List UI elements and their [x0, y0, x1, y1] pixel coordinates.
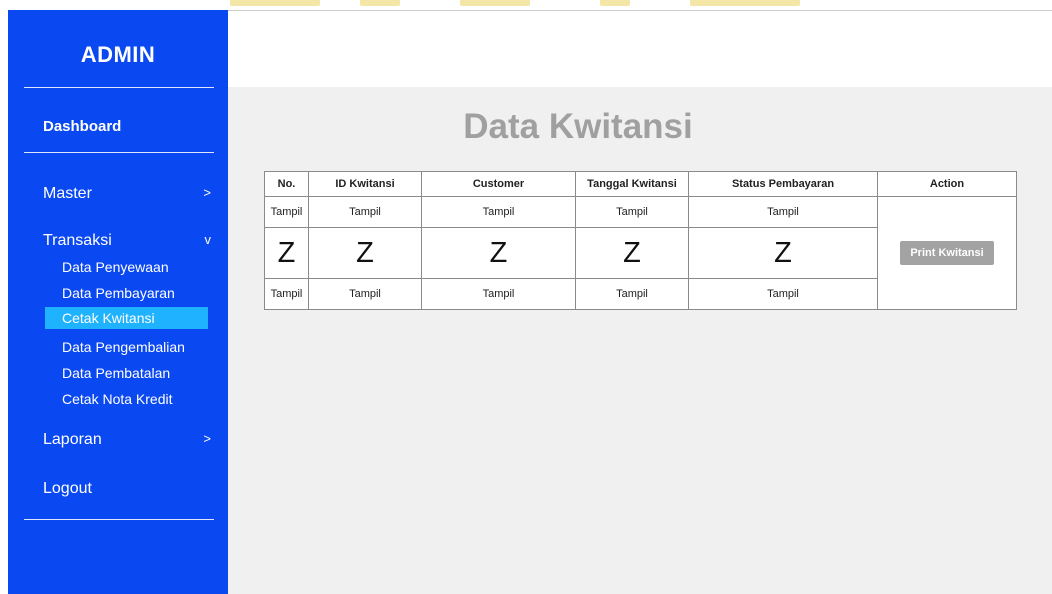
- sidebar-item-cetak-kwitansi[interactable]: Cetak Kwitansi: [45, 307, 208, 329]
- sidebar-item-data-penyewaan[interactable]: Data Penyewaan: [45, 256, 208, 278]
- table-cell: Tampil: [575, 278, 689, 310]
- column-header-no: No.: [264, 171, 309, 197]
- column-header-customer: Customer: [421, 171, 576, 197]
- sidebar-divider: [24, 519, 214, 520]
- sidebar-item-laporan[interactable]: Laporan >: [43, 431, 211, 449]
- sidebar-item-cetak-nota-kredit[interactable]: Cetak Nota Kredit: [45, 388, 208, 410]
- sidebar-item-label: Master: [43, 185, 92, 202]
- watermark-strip: [0, 0, 1052, 10]
- table-cell: Tampil: [264, 196, 309, 228]
- table-cell: Tampil: [421, 278, 576, 310]
- table-cell: Tampil: [688, 278, 878, 310]
- table-cell: Z: [308, 227, 422, 279]
- sidebar-item-label: Transaksi: [43, 232, 112, 249]
- chevron-right-icon: >: [203, 431, 211, 446]
- sidebar-item-dashboard[interactable]: Dashboard: [43, 118, 121, 135]
- table-cell: Tampil: [308, 196, 422, 228]
- main-content: Data Kwitansi No. ID Kwitansi Customer T…: [228, 87, 1052, 594]
- sidebar-item-data-pengembalian[interactable]: Data Pengembalian: [45, 336, 208, 358]
- table-cell: Z: [575, 227, 689, 279]
- page-title: Data Kwitansi: [463, 107, 693, 146]
- table-cell: Tampil: [264, 278, 309, 310]
- sidebar-divider: [24, 87, 214, 88]
- column-header-tanggal-kwitansi: Tanggal Kwitansi: [575, 171, 689, 197]
- column-header-status-pembayaran: Status Pembayaran: [688, 171, 878, 197]
- chevron-down-icon: v: [204, 232, 212, 247]
- sidebar-item-data-pembayaran[interactable]: Data Pembayaran: [45, 282, 208, 304]
- kwitansi-table: No. ID Kwitansi Customer Tanggal Kwitans…: [264, 171, 1017, 310]
- table-cell: Z: [688, 227, 878, 279]
- table-cell: Tampil: [688, 196, 878, 228]
- table-cell: Tampil: [308, 278, 422, 310]
- table-cell: Z: [264, 227, 309, 279]
- app-title: ADMIN: [80, 42, 156, 67]
- table-cell: Tampil: [575, 196, 689, 228]
- sidebar-divider: [24, 152, 214, 153]
- top-header: [228, 10, 1052, 88]
- table-cell: Z: [421, 227, 576, 279]
- column-header-action: Action: [877, 171, 1017, 197]
- table-row: Tampil Tampil Tampil Tampil Tampil Print…: [264, 196, 1017, 310]
- sidebar-item-label: Laporan: [43, 431, 102, 448]
- sidebar-item-master[interactable]: Master >: [43, 185, 211, 203]
- table-cell: Tampil: [421, 196, 576, 228]
- sidebar-item-transaksi[interactable]: Transaksi v: [43, 232, 211, 250]
- table-header-row: No. ID Kwitansi Customer Tanggal Kwitans…: [264, 171, 1017, 197]
- column-header-id-kwitansi: ID Kwitansi: [308, 171, 422, 197]
- sidebar-item-logout[interactable]: Logout: [43, 480, 211, 498]
- action-cell: Print Kwitansi: [877, 196, 1017, 310]
- print-kwitansi-button[interactable]: Print Kwitansi: [900, 241, 994, 265]
- chevron-right-icon: >: [203, 185, 211, 200]
- sidebar-item-data-pembatalan[interactable]: Data Pembatalan: [45, 362, 208, 384]
- sidebar: ADMIN Dashboard Master > Transaksi v Dat…: [8, 10, 228, 594]
